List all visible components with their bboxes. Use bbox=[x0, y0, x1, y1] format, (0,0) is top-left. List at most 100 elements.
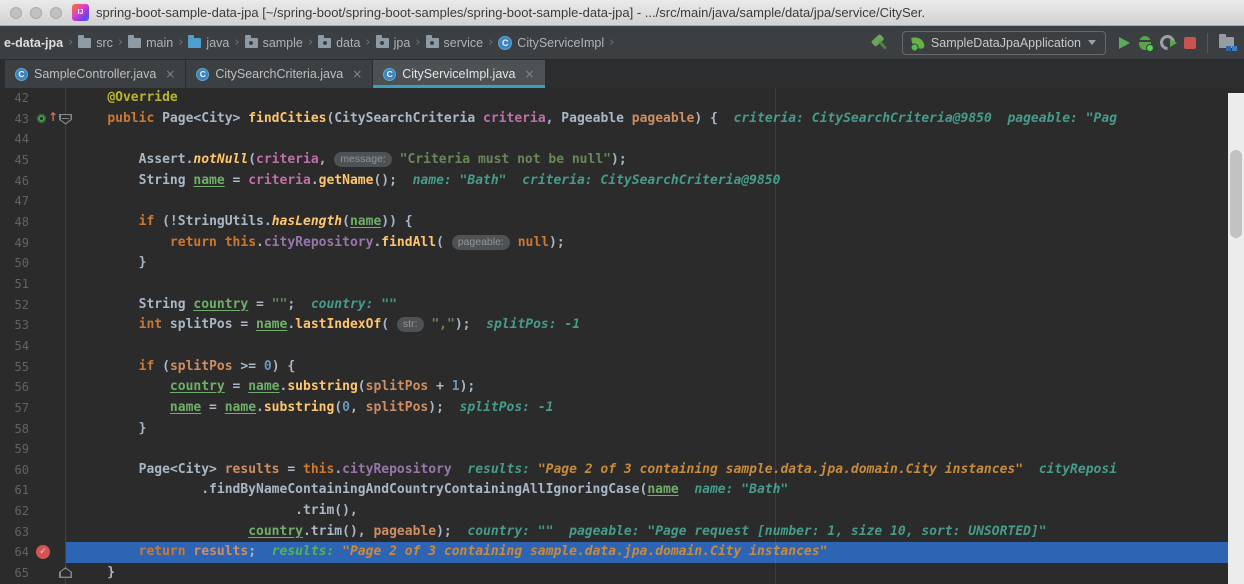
code-text[interactable] bbox=[66, 129, 1244, 150]
close-window-button[interactable] bbox=[10, 6, 22, 19]
line-number[interactable]: 48 bbox=[0, 212, 34, 233]
gutter[interactable] bbox=[34, 129, 66, 150]
breadcrumb-item-e-data-jpa[interactable]: e-data-jpa bbox=[2, 36, 65, 50]
zoom-window-button[interactable] bbox=[50, 6, 62, 19]
gutter[interactable] bbox=[34, 418, 66, 440]
line-number[interactable]: 43 bbox=[0, 109, 34, 130]
breadcrumb-item-src[interactable]: src bbox=[76, 35, 115, 50]
code-text[interactable]: Page<City> results = this.cityRepository… bbox=[66, 460, 1244, 481]
line-number[interactable]: 42 bbox=[0, 88, 34, 109]
line-number[interactable]: 62 bbox=[0, 501, 34, 522]
page-scrollbar-track[interactable] bbox=[1228, 93, 1244, 584]
code-text[interactable]: if (!StringUtils.hasLength(name)) { bbox=[66, 212, 1244, 233]
gutter[interactable] bbox=[34, 397, 66, 419]
build-hammer-icon[interactable] bbox=[867, 30, 892, 55]
line-number[interactable]: 55 bbox=[0, 357, 34, 378]
code-text[interactable]: } bbox=[66, 253, 1244, 274]
fold-marker-icon[interactable] bbox=[59, 567, 72, 579]
gutter[interactable] bbox=[34, 294, 66, 316]
gutter[interactable] bbox=[34, 356, 66, 378]
code-text[interactable] bbox=[66, 439, 1244, 460]
code-text[interactable]: Assert.notNull(criteria, message: "Crite… bbox=[66, 150, 1244, 171]
line-number[interactable]: 53 bbox=[0, 315, 34, 336]
gutter[interactable] bbox=[34, 377, 66, 398]
line-number[interactable]: 49 bbox=[0, 233, 34, 254]
close-tab-icon[interactable]: × bbox=[524, 67, 534, 81]
gutter[interactable] bbox=[34, 273, 66, 295]
tab-SampleController.java[interactable]: C SampleController.java × bbox=[5, 60, 186, 88]
code-editor[interactable]: 42 @Override 43 ↑ public Page<City> findCi… bbox=[0, 88, 1244, 584]
code-text[interactable] bbox=[66, 191, 1244, 212]
gutter[interactable] bbox=[34, 439, 66, 460]
code-text[interactable]: country = name.substring(splitPos + 1); bbox=[66, 377, 1244, 398]
line-number[interactable]: 65 bbox=[0, 563, 34, 584]
stop-button[interactable] bbox=[1184, 36, 1196, 49]
run-configuration-select[interactable]: SampleDataJpaApplication bbox=[901, 30, 1106, 55]
gutter[interactable] bbox=[34, 253, 66, 274]
tab-CitySearchCriteria.java[interactable]: C CitySearchCriteria.java × bbox=[186, 60, 373, 88]
code-text[interactable]: country.trim(), pageable); country: "" p… bbox=[66, 522, 1244, 543]
close-tab-icon[interactable]: × bbox=[165, 67, 175, 81]
line-number[interactable]: 52 bbox=[0, 295, 34, 316]
gutter[interactable] bbox=[34, 232, 66, 254]
page-scrollbar-thumb[interactable] bbox=[1230, 150, 1242, 238]
code-text[interactable]: name = name.substring(0, splitPos); spli… bbox=[66, 398, 1244, 419]
minimize-window-button[interactable] bbox=[30, 6, 42, 19]
gutter[interactable] bbox=[34, 211, 66, 233]
line-number[interactable]: 47 bbox=[0, 191, 34, 212]
gutter[interactable] bbox=[34, 480, 66, 502]
gutter[interactable] bbox=[34, 501, 66, 522]
line-number[interactable]: 58 bbox=[0, 419, 34, 440]
line-number[interactable]: 59 bbox=[0, 439, 34, 460]
gutter[interactable] bbox=[34, 191, 66, 212]
breadcrumb-item-sample[interactable]: sample bbox=[243, 35, 305, 50]
code-text[interactable]: .trim(), bbox=[66, 501, 1244, 522]
tab-CityServiceImpl.java[interactable]: C CityServiceImpl.java × bbox=[373, 60, 545, 88]
breadcrumb-item-java[interactable]: java bbox=[186, 35, 231, 50]
line-number[interactable]: 45 bbox=[0, 150, 34, 171]
code-text[interactable]: String country = ""; country: "" bbox=[66, 295, 1244, 316]
line-number[interactable]: 51 bbox=[0, 274, 34, 295]
gutter[interactable] bbox=[34, 459, 66, 481]
code-text[interactable]: public Page<City> findCities(CitySearchC… bbox=[66, 109, 1244, 130]
code-text[interactable]: } bbox=[66, 419, 1244, 440]
line-number[interactable]: 50 bbox=[0, 253, 34, 274]
line-number[interactable]: 57 bbox=[0, 398, 34, 419]
breadcrumb-item-service[interactable]: service bbox=[424, 35, 486, 50]
line-number[interactable]: 60 bbox=[0, 460, 34, 481]
code-text[interactable] bbox=[66, 336, 1244, 357]
code-text[interactable]: String name = criteria.getName(); name: … bbox=[66, 171, 1244, 192]
line-number[interactable]: 56 bbox=[0, 377, 34, 398]
line-number[interactable]: 46 bbox=[0, 171, 34, 192]
breadcrumb-item-jpa[interactable]: jpa bbox=[374, 35, 413, 50]
code-text[interactable]: } bbox=[66, 563, 1244, 584]
close-tab-icon[interactable]: × bbox=[352, 67, 362, 81]
breakpoint-verified-icon[interactable]: ✓ bbox=[36, 545, 50, 560]
code-text[interactable]: @Override bbox=[66, 88, 1244, 109]
code-text[interactable]: return this.cityRepository.findAll( page… bbox=[66, 233, 1244, 254]
gutter[interactable] bbox=[34, 335, 66, 357]
debug-button[interactable] bbox=[1139, 35, 1154, 52]
line-number[interactable]: 44 bbox=[0, 129, 34, 150]
tool-window-icon[interactable] bbox=[1219, 34, 1237, 51]
breadcrumb-item-main[interactable]: main bbox=[126, 35, 175, 50]
gutter[interactable] bbox=[34, 88, 66, 109]
line-number[interactable]: 64 bbox=[0, 542, 34, 563]
gutter[interactable] bbox=[34, 170, 66, 192]
run-with-coverage-button[interactable] bbox=[1160, 35, 1177, 50]
gutter[interactable]: ↑ bbox=[34, 108, 72, 130]
gutter[interactable] bbox=[34, 149, 66, 171]
code-text[interactable]: int splitPos = name.lastIndexOf( str: ",… bbox=[66, 315, 1244, 336]
overrides-method-icon[interactable] bbox=[37, 113, 46, 123]
breadcrumb-item-CityServiceImpl[interactable]: C CityServiceImpl bbox=[496, 35, 606, 50]
gutter[interactable] bbox=[34, 563, 72, 584]
code-text[interactable] bbox=[66, 274, 1244, 295]
gutter[interactable] bbox=[34, 315, 66, 336]
gutter[interactable]: ✓ bbox=[34, 542, 66, 564]
breadcrumb-item-data[interactable]: data bbox=[316, 35, 362, 50]
gutter[interactable] bbox=[34, 521, 66, 543]
code-text[interactable]: .findByNameContainingAndCountryContainin… bbox=[66, 480, 1244, 501]
run-button[interactable] bbox=[1119, 36, 1130, 49]
fold-marker-icon[interactable] bbox=[59, 113, 72, 125]
line-number[interactable]: 63 bbox=[0, 522, 34, 543]
